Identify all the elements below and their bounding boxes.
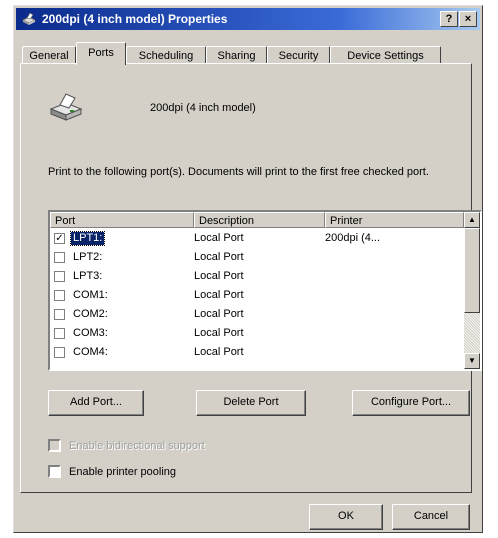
bidirectional-label: Enable bidirectional support (69, 440, 205, 452)
printer-icon (22, 12, 36, 25)
ports-tab-panel: 200dpi (4 inch model) Print to the follo… (20, 63, 482, 493)
tab-general[interactable]: General (22, 46, 76, 64)
port-printer: 200dpi (4... (325, 232, 381, 244)
table-row[interactable]: COM2: Local Port (50, 306, 450, 325)
port-description: Local Port (194, 251, 244, 263)
title-bar[interactable]: 200dpi (4 inch model) Properties ? × (16, 8, 480, 30)
tab-scheduling[interactable]: Scheduling (126, 46, 206, 64)
ok-button[interactable]: OK (309, 504, 383, 530)
tab-sharing[interactable]: Sharing (206, 46, 267, 64)
add-port-button[interactable]: Add Port... (48, 390, 144, 416)
scroll-thumb[interactable] (464, 228, 480, 313)
ports-description: Print to the following port(s). Document… (48, 166, 429, 178)
port-checkbox[interactable] (54, 271, 65, 282)
port-description: Local Port (194, 270, 244, 282)
printer-name: 200dpi (4 inch model) (150, 102, 256, 114)
window-title: 200dpi (4 inch model) Properties (42, 12, 228, 26)
table-row[interactable]: LPT2: Local Port (50, 249, 450, 268)
ports-list[interactable]: Port Description Printer ✓ LPT1: Local Por… (48, 210, 482, 371)
port-name[interactable]: LPT1: (69, 231, 106, 246)
table-row[interactable]: COM1: Local Port (50, 287, 450, 306)
tab-ports[interactable]: Ports (76, 42, 126, 65)
port-description: Local Port (194, 308, 244, 320)
bidirectional-checkbox-box[interactable] (48, 439, 61, 452)
tab-strip: General Ports Scheduling Sharing Securit… (20, 42, 472, 65)
port-description: Local Port (194, 346, 244, 358)
column-header-port[interactable]: Port (50, 212, 194, 228)
printer-pooling-label: Enable printer pooling (69, 466, 177, 478)
port-name[interactable]: COM1: (71, 289, 110, 302)
properties-dialog: 200dpi (4 inch model) Properties ? × Gen… (13, 5, 483, 533)
table-row[interactable]: COM3: Local Port (50, 325, 450, 344)
port-name[interactable]: COM3: (71, 327, 110, 340)
port-name[interactable]: COM2: (71, 308, 110, 321)
tab-security[interactable]: Security (267, 46, 330, 64)
port-checkbox[interactable] (54, 328, 65, 339)
port-name[interactable]: LPT2: (71, 251, 104, 264)
port-name[interactable]: COM4: (71, 346, 110, 359)
help-button[interactable]: ? (440, 11, 458, 27)
column-header-description[interactable]: Description (194, 212, 325, 228)
table-row[interactable]: ✓ LPT1: Local Port 200dpi (4... (50, 230, 450, 249)
table-row[interactable]: COM4: Local Port (50, 344, 450, 363)
close-button[interactable]: × (459, 11, 477, 27)
printer-pooling-checkbox-box[interactable] (48, 465, 61, 478)
column-header-printer[interactable]: Printer (325, 212, 464, 228)
port-name[interactable]: LPT3: (71, 270, 104, 283)
cancel-button[interactable]: Cancel (392, 504, 470, 530)
scroll-down-icon[interactable]: ▼ (464, 353, 480, 369)
delete-port-button[interactable]: Delete Port (196, 390, 306, 416)
port-checkbox[interactable] (54, 309, 65, 320)
port-checkbox[interactable] (54, 252, 65, 263)
printer-icon (49, 93, 83, 121)
port-checkbox[interactable] (54, 347, 65, 358)
port-checkbox[interactable] (54, 290, 65, 301)
port-checkbox[interactable]: ✓ (54, 233, 65, 244)
port-description: Local Port (194, 289, 244, 301)
configure-port-button[interactable]: Configure Port... (352, 390, 470, 416)
table-row[interactable]: LPT3: Local Port (50, 268, 450, 287)
scroll-up-icon[interactable]: ▲ (464, 212, 480, 228)
tab-device-settings[interactable]: Device Settings (330, 46, 441, 64)
port-description: Local Port (194, 327, 244, 339)
port-description: Local Port (194, 232, 244, 244)
ports-list-scrollbar[interactable]: ▲ ▼ (464, 212, 480, 369)
